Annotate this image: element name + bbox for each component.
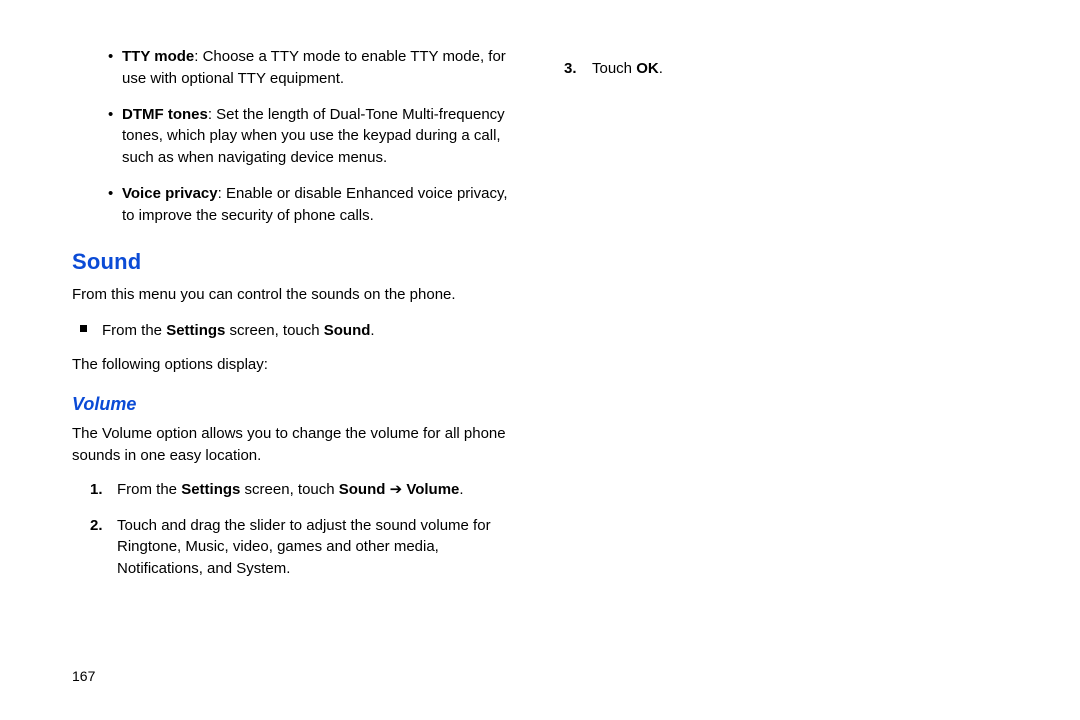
bullet-title: TTY mode [122, 48, 194, 65]
text-fragment: screen, touch [240, 481, 338, 498]
bullet-title: DTMF tones [122, 106, 208, 123]
bullet-dot-icon: • [108, 183, 113, 205]
settings-step: From the Settings screen, touch Sound. [72, 320, 522, 342]
text-fragment: From the [102, 322, 166, 339]
sound-intro: From this menu you can control the sound… [72, 284, 522, 306]
text-bold: OK [636, 60, 659, 77]
volume-intro: The Volume option allows you to change t… [72, 423, 522, 467]
manual-page: • TTY mode: Choose a TTY mode to enable … [0, 0, 1080, 720]
step-number: 3. [564, 58, 577, 80]
text-fragment: screen, touch [225, 322, 323, 339]
step-2: 2. Touch and drag the slider to adjust t… [72, 515, 522, 580]
text-bold: Sound [339, 481, 386, 498]
text-fragment: . [659, 60, 663, 77]
right-column: 3. Touch OK. [562, 46, 1002, 94]
heading-volume: Volume [72, 391, 522, 417]
step-3: 3. Touch OK. [562, 58, 1002, 80]
bullet-title: Voice privacy [122, 185, 218, 202]
left-column: • TTY mode: Choose a TTY mode to enable … [72, 46, 522, 594]
step-number: 2. [90, 515, 103, 537]
text-fragment: . [370, 322, 374, 339]
step-text: Touch and drag the slider to adjust the … [117, 517, 491, 578]
text-bold: Volume [406, 481, 459, 498]
page-number: 167 [72, 668, 95, 684]
bullet-dot-icon: • [108, 104, 113, 126]
step-1: 1. From the Settings screen, touch Sound… [72, 479, 522, 501]
bullet-voice-privacy: • Voice privacy: Enable or disable Enhan… [72, 183, 522, 227]
step-number: 1. [90, 479, 103, 501]
bullet-tty-mode: • TTY mode: Choose a TTY mode to enable … [72, 46, 522, 90]
text-bold: Settings [166, 322, 225, 339]
heading-sound: Sound [72, 246, 522, 278]
text-fragment: Touch [592, 60, 636, 77]
text-bold: Sound [324, 322, 371, 339]
bullet-dot-icon: • [108, 46, 113, 68]
following-options: The following options display: [72, 354, 522, 376]
arrow-icon: ➔ [385, 481, 406, 498]
text-bold: Settings [181, 481, 240, 498]
text-fragment: . [459, 481, 463, 498]
text-fragment: From the [117, 481, 181, 498]
bullet-dtmf-tones: • DTMF tones: Set the length of Dual-Ton… [72, 104, 522, 169]
square-bullet-icon [80, 325, 87, 332]
